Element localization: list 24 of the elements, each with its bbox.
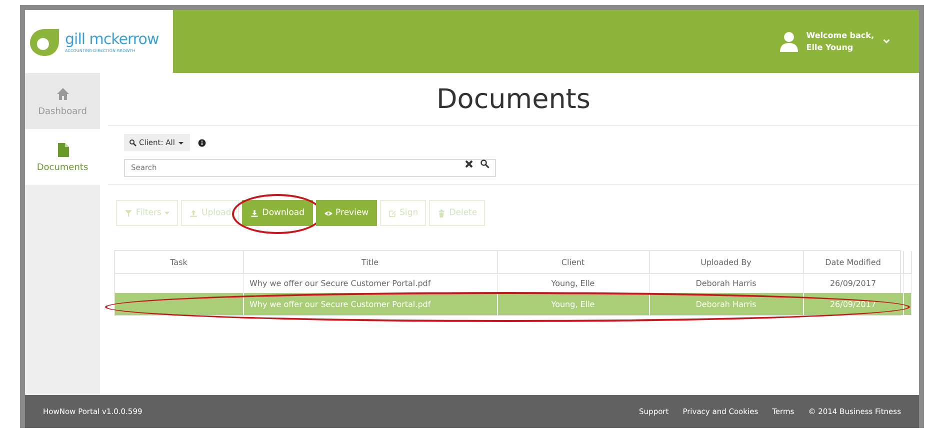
search-icon[interactable] — [480, 159, 490, 169]
column-header[interactable]: Date Modified — [803, 251, 903, 274]
search-icon — [129, 138, 137, 146]
edit-icon — [388, 208, 397, 218]
sidebar-item[interactable]: Documents — [25, 129, 100, 185]
upload-icon — [189, 208, 198, 218]
table-cell: Young, Elle — [497, 293, 649, 315]
download-icon — [250, 208, 260, 218]
table-cell: Why we offer our Secure Customer Portal.pdf — [243, 293, 497, 315]
user-icon — [780, 32, 798, 52]
column-header[interactable]: Title — [243, 251, 497, 274]
page-title: Documents — [108, 73, 919, 126]
clear-icon[interactable] — [464, 159, 474, 169]
column-header[interactable]: Uploaded By — [649, 251, 803, 274]
column-header[interactable]: Client — [497, 251, 649, 274]
info-icon[interactable] — [198, 138, 206, 146]
eye-icon — [324, 208, 333, 218]
home-icon — [54, 85, 70, 103]
table-cell: 26/09/2017 — [803, 293, 903, 315]
filter-icon — [124, 208, 133, 218]
column-header[interactable]: Task — [115, 251, 243, 274]
table-cell: Deborah Harris — [649, 293, 803, 315]
table-cell: Young, Elle — [497, 274, 649, 293]
trash-icon — [437, 208, 446, 218]
